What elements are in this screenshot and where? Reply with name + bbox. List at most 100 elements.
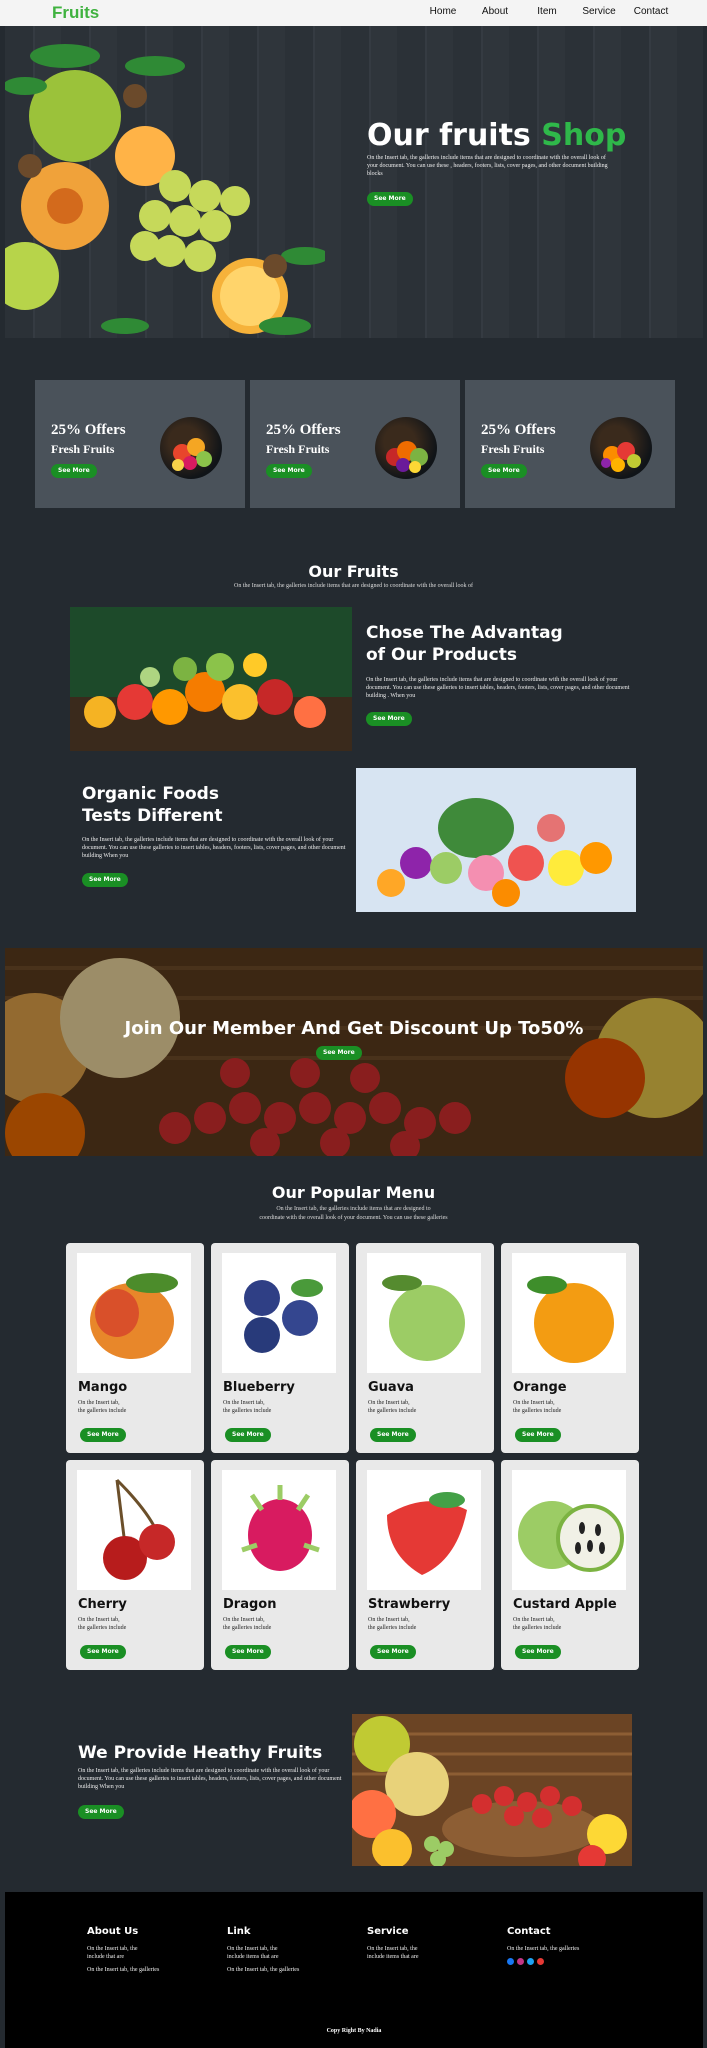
footer-contact-text: On the Insert tab, the galleries [507, 1946, 580, 1952]
menu-item-see-more-button[interactable]: See More [370, 1645, 416, 1659]
provide-fruit-basket-image [352, 1714, 632, 1866]
feature2-heading: Organic Foods Tests Different [82, 783, 223, 827]
offer-title: 25% Offers [266, 422, 341, 438]
member-discount-banner: Join Our Member And Get Discount Up To50… [5, 948, 703, 1156]
nav-contact[interactable]: Contact [625, 6, 677, 17]
feature2-heading-line1: Organic Foods [82, 784, 219, 804]
copyright-text: Copy Right By Nadia [326, 2028, 382, 2034]
feature-fruit-water-image [356, 768, 636, 912]
footer-contact-column: Contact On the Insert tab, the galleries [507, 1926, 637, 1965]
our-fruits-subtitle: On the Insert tab, the galleries include… [234, 583, 473, 589]
hero-description: On the Insert tab, the galleries include… [367, 155, 608, 177]
popular-menu-subtitle-line1: On the Insert tab, the galleries include… [276, 1206, 431, 1212]
popular-menu-subtitle-line2: coordinate with the overall look of your… [259, 1215, 448, 1221]
offer-title: 25% Offers [51, 422, 126, 438]
menu-item-name: Cherry [78, 1597, 127, 1612]
banner-title: Join Our Member And Get Discount Up To50… [124, 1018, 584, 1039]
facebook-icon[interactable] [507, 1958, 514, 1965]
provide-description: On the Insert tab, the galleries include… [78, 1768, 342, 1790]
banner-see-more-button[interactable]: See More [316, 1046, 362, 1060]
menu-item-see-more-button[interactable]: See More [370, 1428, 416, 1442]
guava-image [367, 1253, 481, 1373]
offer-see-more-button[interactable]: See More [481, 464, 527, 478]
menu-item-description: On the Insert tab, the galleries include [513, 1617, 562, 1631]
offer-subtitle: Fresh Fruits [266, 442, 330, 456]
menu-item-description: On the Insert tab, the galleries include [368, 1400, 417, 1414]
twitter-icon[interactable] [527, 1958, 534, 1965]
hero-see-more-button[interactable]: See More [367, 192, 413, 206]
feature-fruit-splash-image [70, 607, 352, 751]
menu-item-name: Dragon [223, 1597, 277, 1612]
top-navbar: Fruits Home About Item Service Contact [0, 0, 707, 26]
menu-item-see-more-button[interactable]: See More [225, 1428, 271, 1442]
feature2-heading-line2: Tests Different [82, 806, 223, 826]
nav-home[interactable]: Home [417, 6, 469, 17]
menu-card-guava: Guava On the Insert tab, the galleries in… [356, 1243, 494, 1453]
site-logo[interactable]: Fruits [52, 3, 99, 23]
hero-title-accent: Shop [541, 118, 627, 153]
menu-item-name: Mango [78, 1380, 128, 1395]
footer-about-text: On the Insert tab, the include that are O… [87, 1946, 160, 1973]
feature1-heading: Chose The Advantag of Our Products [366, 622, 563, 666]
menu-item-see-more-button[interactable]: See More [225, 1645, 271, 1659]
footer-link-heading: Link [227, 1926, 251, 1937]
menu-item-see-more-button[interactable]: See More [80, 1645, 126, 1659]
provide-heading: We Provide Heathy Fruits [78, 1743, 323, 1763]
nav-about[interactable]: About [469, 6, 521, 17]
offer-see-more-button[interactable]: See More [266, 464, 312, 478]
orange-image [512, 1253, 626, 1373]
offer-card-3: 25% Offers Fresh Fruits See More [465, 380, 675, 508]
footer-about-column: About Us On the Insert tab, the include t… [87, 1926, 217, 1974]
our-fruits-title: Our Fruits [308, 562, 399, 581]
menu-card-mango: Mango On the Insert tab, the galleries in… [66, 1243, 204, 1453]
nav-item[interactable]: Item [521, 6, 573, 17]
menu-card-strawberry: Strawberry On the Insert tab, the galleri… [356, 1460, 494, 1670]
footer-link-column: Link On the Insert tab, the include items… [227, 1926, 357, 1974]
menu-item-see-more-button[interactable]: See More [80, 1428, 126, 1442]
menu-item-description: On the Insert tab, the galleries include [368, 1617, 417, 1631]
feature2-see-more-button[interactable]: See More [82, 873, 128, 887]
social-icons [507, 1958, 637, 1965]
nav-service[interactable]: Service [573, 6, 625, 17]
footer-contact-heading: Contact [507, 1926, 551, 1937]
menu-item-name: Custard Apple [513, 1597, 617, 1612]
youtube-icon[interactable] [537, 1958, 544, 1965]
menu-item-description: On the Insert tab, the galleries include [513, 1400, 562, 1414]
mango-image [77, 1253, 191, 1373]
menu-item-description: On the Insert tab, the galleries include [78, 1617, 127, 1631]
offer-fruit-image [590, 417, 652, 479]
offer-title: 25% Offers [481, 422, 556, 438]
footer-service-heading: Service [367, 1926, 409, 1937]
blueberry-image [222, 1253, 336, 1373]
menu-item-name: Strawberry [368, 1597, 451, 1612]
strawberry-image [367, 1470, 481, 1590]
menu-item-name: Guava [368, 1380, 414, 1395]
cherry-image [77, 1470, 191, 1590]
menu-card-blueberry: Blueberry On the Insert tab, the gallerie… [211, 1243, 349, 1453]
hero-title-main: Our fruits [367, 118, 531, 153]
offer-card-1: 25% Offers Fresh Fruits See More [35, 380, 245, 508]
menu-item-see-more-button[interactable]: See More [515, 1428, 561, 1442]
feature1-heading-line2: of Our Products [366, 645, 517, 665]
feature2-description: On the Insert tab, the galleries include… [82, 837, 346, 859]
menu-item-name: Orange [513, 1380, 567, 1395]
feature1-see-more-button[interactable]: See More [366, 712, 412, 726]
menu-item-see-more-button[interactable]: See More [515, 1645, 561, 1659]
nav-links: Home About Item Service Contact [417, 6, 677, 17]
provide-see-more-button[interactable]: See More [78, 1805, 124, 1819]
footer-link-text: On the Insert tab, the include items that… [227, 1946, 300, 1973]
offer-see-more-button[interactable]: See More [51, 464, 97, 478]
custard-apple-image [512, 1470, 626, 1590]
menu-card-cherry: Cherry On the Insert tab, the galleries i… [66, 1460, 204, 1670]
feature1-heading-line1: Chose The Advantag [366, 623, 563, 643]
feature1-description: On the Insert tab, the galleries include… [366, 677, 630, 699]
offer-fruit-image [160, 417, 222, 479]
offer-card-2: 25% Offers Fresh Fruits See More [250, 380, 460, 508]
instagram-icon[interactable] [517, 1958, 524, 1965]
menu-item-description: On the Insert tab, the galleries include [223, 1617, 272, 1631]
offer-subtitle: Fresh Fruits [51, 442, 115, 456]
footer-service-text: On the Insert tab, the include items that… [367, 1946, 419, 1960]
hero-section: Our fruits Shop On the Insert tab, the g… [5, 26, 703, 338]
menu-card-orange: Orange On the Insert tab, the galleries i… [501, 1243, 639, 1453]
hero-fruit-image [5, 44, 325, 335]
